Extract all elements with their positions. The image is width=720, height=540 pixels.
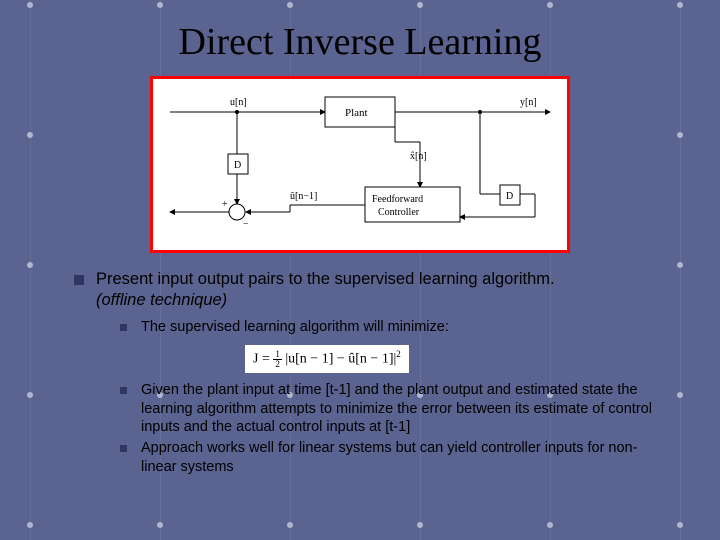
main-bullet-text: Present input output pairs to the superv… [96, 270, 555, 288]
svg-text:u[n]: u[n] [230, 97, 247, 108]
svg-text:Feedforward: Feedforward [372, 194, 423, 205]
svg-text:D: D [234, 160, 241, 171]
svg-text:Controller: Controller [378, 207, 420, 218]
svg-text:+: + [222, 199, 228, 210]
main-bullet: Present input output pairs to the superv… [74, 269, 670, 312]
block-diagram: u[n] Plant y[n] x̂[n] D + [150, 76, 570, 253]
svg-text:Plant: Plant [345, 107, 368, 119]
svg-text:y[n]: y[n] [520, 97, 537, 108]
sub-bullet-1: The supervised learning algorithm will m… [120, 318, 670, 337]
bullet-icon [120, 445, 127, 452]
bullet-icon [120, 324, 127, 331]
slide-title: Direct Inverse Learning [50, 20, 670, 64]
svg-text:x̂[n]: x̂[n] [410, 151, 427, 162]
formula: J = 1 2 |u[n − 1] − û[n − 1]|2 [245, 345, 409, 373]
bullet-icon [120, 387, 127, 394]
main-bullet-subtext: (offline technique) [96, 291, 227, 309]
sub-bullet-2: Given the plant input at time [t-1] and … [120, 381, 670, 438]
svg-text:D: D [506, 191, 513, 202]
bullet-icon [74, 275, 84, 285]
sub-bullet-3: Approach works well for linear systems b… [120, 439, 670, 477]
svg-text:−: − [243, 219, 249, 230]
svg-text:û[n−1]: û[n−1] [290, 191, 317, 202]
